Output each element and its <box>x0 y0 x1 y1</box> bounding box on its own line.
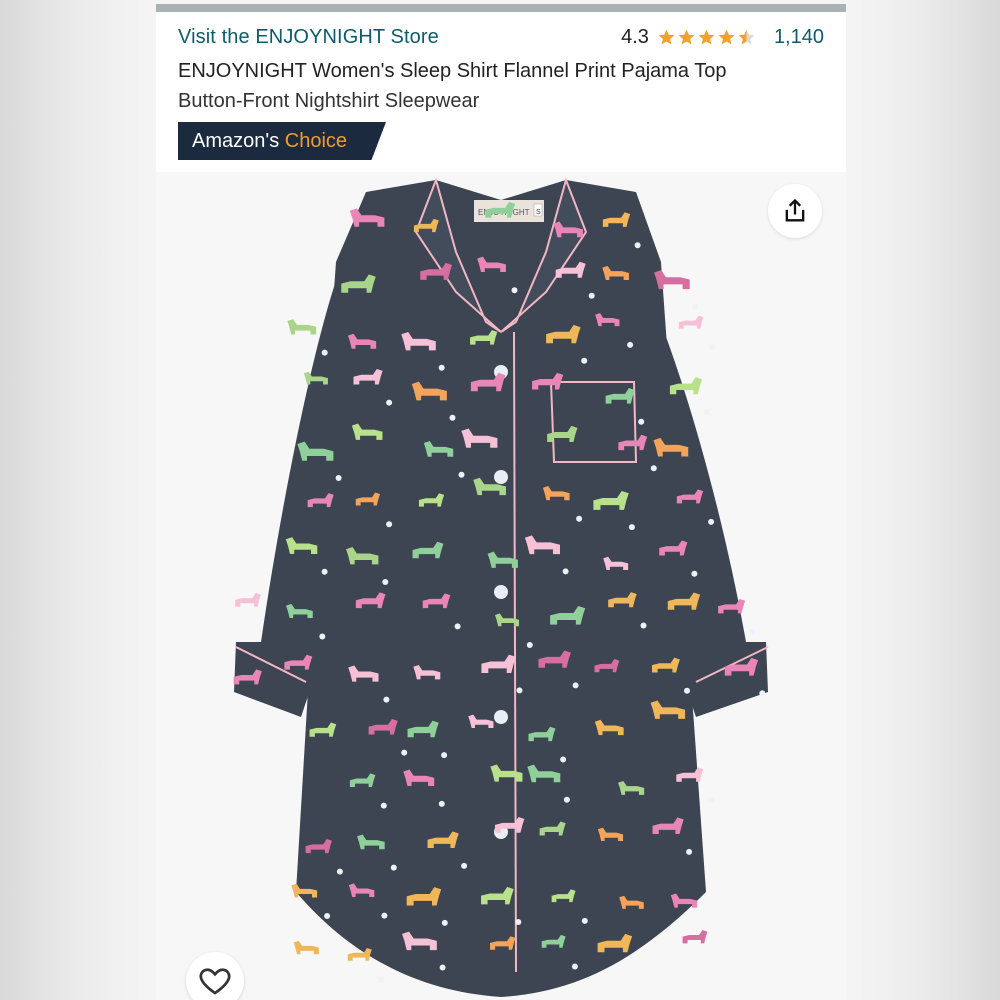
star-half-icon <box>738 29 755 45</box>
heart-icon <box>199 968 231 995</box>
badge-prefix: Amazon's <box>192 129 280 152</box>
flower-print-mark <box>319 633 326 640</box>
flower-print-mark <box>634 242 641 249</box>
dog-print-mark <box>293 940 319 955</box>
flower-print-mark <box>461 862 468 869</box>
share-button[interactable] <box>768 184 822 238</box>
flower-print-mark <box>692 303 699 310</box>
flower-print-mark <box>336 868 343 875</box>
dog-print-mark <box>347 948 372 961</box>
store-rating-row: Visit the ENJOYNIGHT Store 4.3 1,140 <box>178 24 824 50</box>
top-divider <box>156 4 846 12</box>
rating-summary[interactable]: 4.3 1,140 <box>621 26 824 49</box>
flower-print-mark <box>581 357 588 364</box>
flower-print-mark <box>628 524 635 531</box>
flower-print-mark <box>390 864 397 871</box>
flower-print-mark <box>707 797 714 804</box>
flower-print-mark <box>581 917 588 924</box>
share-icon <box>785 198 805 222</box>
flower-print-mark <box>684 687 690 694</box>
flower-print-mark <box>381 912 388 919</box>
flower-print-mark <box>324 913 331 919</box>
flower-print-mark <box>386 521 393 528</box>
flower-print-mark <box>691 570 698 577</box>
flower-print-mark <box>441 919 448 926</box>
flower-print-mark <box>526 642 533 648</box>
flower-print-mark <box>335 475 342 481</box>
product-image-gallery[interactable]: ENJOYNIGHT S <box>156 172 846 1000</box>
store-link[interactable]: Visit the ENJOYNIGHT Store <box>178 26 439 49</box>
flower-print-mark <box>449 414 456 421</box>
flower-print-mark <box>321 349 328 356</box>
product-page: Visit the ENJOYNIGHT Store 4.3 1,140 ENJ… <box>156 4 846 1000</box>
flower-print-mark <box>572 682 579 689</box>
flower-print-mark <box>562 568 569 575</box>
flower-print-mark <box>515 919 522 925</box>
flower-print-mark <box>709 344 716 351</box>
flower-print-mark <box>383 696 390 703</box>
flower-print-mark <box>640 622 647 629</box>
star-rating <box>657 28 756 47</box>
flower-print-mark <box>454 623 461 630</box>
flower-print-mark <box>708 518 715 525</box>
flower-print-mark <box>321 568 328 575</box>
flower-print-mark <box>627 341 634 348</box>
flower-print-mark <box>638 418 645 425</box>
flower-print-mark <box>438 800 445 807</box>
flower-print-mark <box>703 409 710 415</box>
flower-print-mark <box>511 287 518 294</box>
flower-print-mark <box>563 796 570 803</box>
flower-print-mark <box>382 579 389 585</box>
flower-print-mark <box>380 802 387 809</box>
rating-value: 4.3 <box>621 25 649 48</box>
flower-print-mark <box>516 687 523 694</box>
flower-print-mark <box>458 471 465 478</box>
star-icon <box>718 29 735 45</box>
badge-highlight: Choice <box>284 129 348 152</box>
star-icon <box>678 29 695 45</box>
amazons-choice-badge[interactable]: Amazon's Choice <box>178 122 386 160</box>
flower-print-mark <box>441 752 448 759</box>
dog-print-mark <box>682 930 708 944</box>
flower-print-mark <box>401 749 408 756</box>
flower-print-mark <box>686 848 693 855</box>
star-icon <box>698 29 715 45</box>
flower-print-mark <box>576 515 583 522</box>
star-icon <box>658 29 675 45</box>
product-image: ENJOYNIGHT S <box>233 176 769 997</box>
flower-print-mark <box>560 756 567 763</box>
review-count[interactable]: 1,140 <box>774 26 824 49</box>
flower-print-mark <box>749 628 756 635</box>
neck-label-size: S <box>536 209 541 216</box>
flower-print-mark <box>438 364 445 371</box>
dog-print-mark <box>235 592 261 607</box>
flower-print-mark <box>439 964 446 971</box>
dog-print-mark <box>678 315 704 329</box>
flower-print-mark <box>386 399 393 406</box>
product-header: Visit the ENJOYNIGHT Store 4.3 1,140 ENJ… <box>156 12 846 170</box>
flower-print-mark <box>378 976 384 983</box>
flower-print-mark <box>588 292 595 299</box>
flower-print-mark <box>759 690 766 697</box>
dog-print-mark <box>287 319 317 335</box>
flower-print-mark <box>571 963 578 970</box>
flower-print-mark <box>650 465 657 472</box>
product-title: ENJOYNIGHT Women's Sleep Shirt Flannel P… <box>178 56 824 116</box>
product-title-line1: ENJOYNIGHT Women's Sleep Shirt Flannel P… <box>178 60 727 82</box>
product-title-line2: Button-Front Nightshirt Sleepwear <box>178 90 480 112</box>
dog-print-mark <box>654 270 690 290</box>
